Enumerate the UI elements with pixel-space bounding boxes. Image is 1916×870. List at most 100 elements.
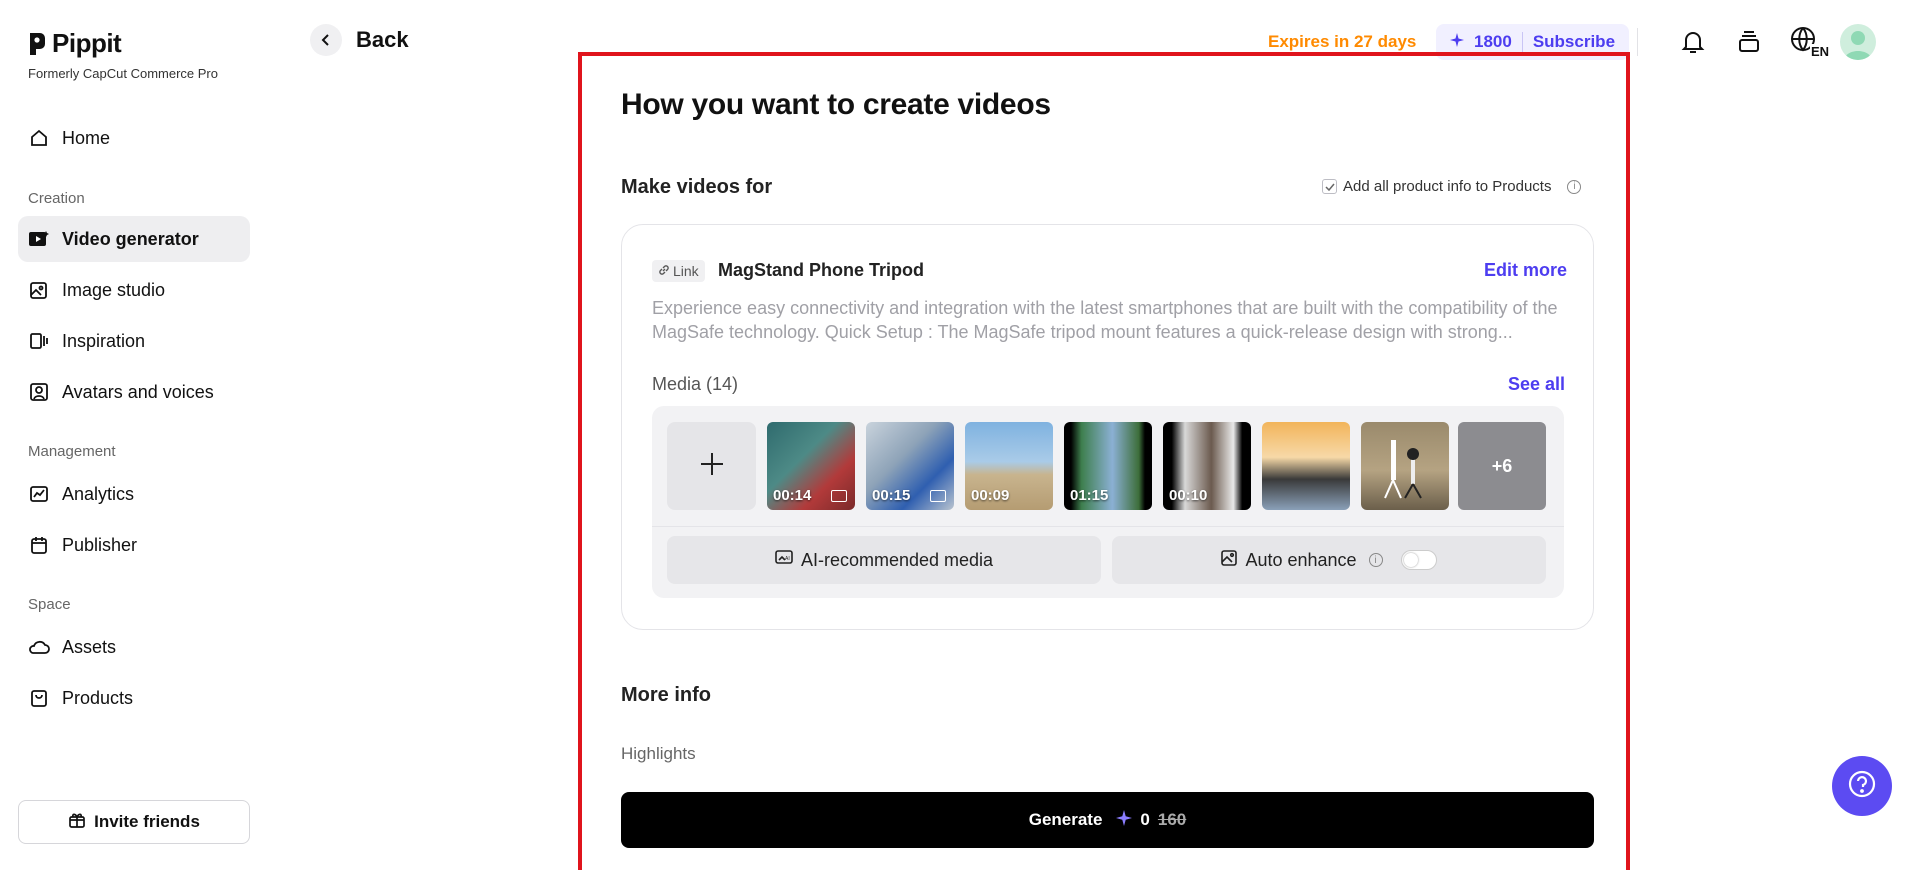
media-thumb[interactable]: 00:10 xyxy=(1163,422,1251,510)
generate-label: Generate xyxy=(1028,810,1103,829)
media-duration: 01:15 xyxy=(1070,487,1109,504)
media-thumb[interactable] xyxy=(1361,422,1449,510)
help-button[interactable] xyxy=(1832,756,1892,816)
stack-icon[interactable] xyxy=(1733,26,1765,58)
divider xyxy=(1637,28,1638,56)
sidebar-item-inspiration[interactable]: Inspiration xyxy=(18,318,250,364)
link-tag-label: Link xyxy=(673,263,699,279)
sidebar: Pippit Formerly CapCut Commerce Pro Home… xyxy=(0,0,260,870)
edit-more-link[interactable]: Edit more xyxy=(1484,260,1567,281)
toggle-knob xyxy=(1403,553,1418,567)
auto-enhance-toggle[interactable] xyxy=(1400,550,1437,570)
sidebar-item-label: Avatars and voices xyxy=(62,381,214,402)
sidebar-item-label: Image studio xyxy=(62,279,166,300)
avatar-voice-icon xyxy=(28,381,50,403)
auto-enhance-control: Auto enhance i xyxy=(1112,536,1546,584)
brand-logo[interactable]: Pippit xyxy=(28,28,122,59)
generate-original-cost: 160 xyxy=(1157,810,1187,829)
ai-badge-icon xyxy=(930,490,946,502)
sidebar-item-label: Assets xyxy=(62,636,117,657)
language-globe-icon[interactable]: EN xyxy=(1788,26,1831,59)
question-icon xyxy=(1847,769,1877,804)
section-management: Management xyxy=(28,443,116,460)
sidebar-item-assets[interactable]: Assets xyxy=(18,624,250,670)
expires-notice[interactable]: Expires in 27 days xyxy=(1268,32,1416,52)
sparkle-icon xyxy=(1116,809,1133,831)
sidebar-item-home[interactable]: Home xyxy=(18,115,250,161)
sidebar-item-label: Publisher xyxy=(62,534,138,555)
add-all-product-info-checkbox[interactable]: Add all product info to Products i xyxy=(1322,178,1582,195)
highlights-label: Highlights xyxy=(621,744,696,763)
more-media-thumb[interactable]: +6 xyxy=(1458,422,1546,510)
chevron-left-icon xyxy=(310,24,342,56)
generate-cost: 0 xyxy=(1140,810,1150,829)
tripod-image xyxy=(1384,440,1422,499)
calendar-icon xyxy=(28,534,50,556)
analytics-icon xyxy=(28,483,50,505)
product-description: Experience easy connectivity and integra… xyxy=(652,298,1558,342)
gift-icon xyxy=(68,811,86,834)
sidebar-item-label: Video generator xyxy=(62,228,199,249)
more-info-heading: More info xyxy=(621,684,711,706)
info-icon[interactable]: i xyxy=(1368,553,1383,567)
plus-icon xyxy=(698,450,726,483)
video-generator-icon xyxy=(28,228,50,250)
pippit-logo-icon xyxy=(28,31,46,57)
sidebar-item-avatars-and-voices[interactable]: Avatars and voices xyxy=(18,369,250,415)
cloud-icon xyxy=(28,636,50,658)
avatar[interactable] xyxy=(1840,24,1876,60)
media-duration: 00:10 xyxy=(1169,487,1208,504)
sidebar-item-products[interactable]: Products xyxy=(18,675,250,721)
divider xyxy=(652,526,1564,527)
media-count-label: Media (14) xyxy=(652,374,739,394)
media-thumb[interactable]: 00:15 xyxy=(866,422,954,510)
sidebar-item-video-generator[interactable]: Video generator xyxy=(18,216,250,262)
ai-badge-icon xyxy=(831,490,847,502)
bell-icon[interactable] xyxy=(1677,26,1709,58)
add-all-label: Add all product info to Products xyxy=(1343,178,1552,195)
media-duration: 00:09 xyxy=(971,487,1010,504)
add-media-button[interactable] xyxy=(667,422,756,510)
sidebar-item-analytics[interactable]: Analytics xyxy=(18,471,250,517)
section-space: Space xyxy=(28,596,71,613)
sidebar-item-publisher[interactable]: Publisher xyxy=(18,522,250,568)
back-button[interactable]: Back xyxy=(310,24,409,56)
subscribe-link[interactable]: Subscribe xyxy=(1533,32,1615,52)
link-icon xyxy=(658,263,670,279)
brand-subtitle: Formerly CapCut Commerce Pro xyxy=(28,66,218,81)
media-duration: 00:14 xyxy=(773,487,812,504)
sidebar-item-label: Home xyxy=(62,127,111,148)
ai-recommended-label: AI-recommended media xyxy=(800,549,994,570)
credits-count: 1800 xyxy=(1474,32,1512,51)
make-videos-for-heading: Make videos for xyxy=(621,176,773,198)
sidebar-item-label: Products xyxy=(62,687,134,708)
divider xyxy=(1521,32,1523,52)
back-label: Back xyxy=(356,27,409,52)
media-thumb[interactable]: 00:14 xyxy=(767,422,855,510)
link-tag: Link xyxy=(652,260,705,282)
bag-icon xyxy=(28,687,50,709)
generate-button[interactable]: Generate 0 160 xyxy=(621,792,1594,848)
media-thumb[interactable]: 00:09 xyxy=(965,422,1053,510)
media-thumb[interactable]: 01:15 xyxy=(1064,422,1152,510)
language-code: EN xyxy=(1810,44,1831,59)
sparkle-icon xyxy=(1450,32,1464,52)
inspiration-icon xyxy=(28,330,50,352)
media-duration: 00:15 xyxy=(872,487,911,504)
invite-friends-button[interactable]: Invite friends xyxy=(18,800,250,844)
sidebar-item-label: Inspiration xyxy=(62,330,146,351)
info-icon[interactable]: i xyxy=(1567,179,1582,194)
image-studio-icon xyxy=(28,279,50,301)
image-icon xyxy=(1221,549,1238,571)
product-name: MagStand Phone Tripod xyxy=(718,260,924,280)
invite-friends-label: Invite friends xyxy=(94,812,200,831)
sidebar-item-image-studio[interactable]: Image studio xyxy=(18,267,250,313)
see-all-link[interactable]: See all xyxy=(1508,374,1565,395)
check-icon xyxy=(1322,179,1337,194)
brand-name: Pippit xyxy=(52,28,122,58)
ai-image-icon: AI xyxy=(775,549,793,571)
sidebar-item-label: Analytics xyxy=(62,483,135,504)
ai-recommended-media-button[interactable]: AI AI-recommended media xyxy=(667,536,1101,584)
section-creation: Creation xyxy=(28,190,85,207)
media-thumb[interactable] xyxy=(1262,422,1350,510)
